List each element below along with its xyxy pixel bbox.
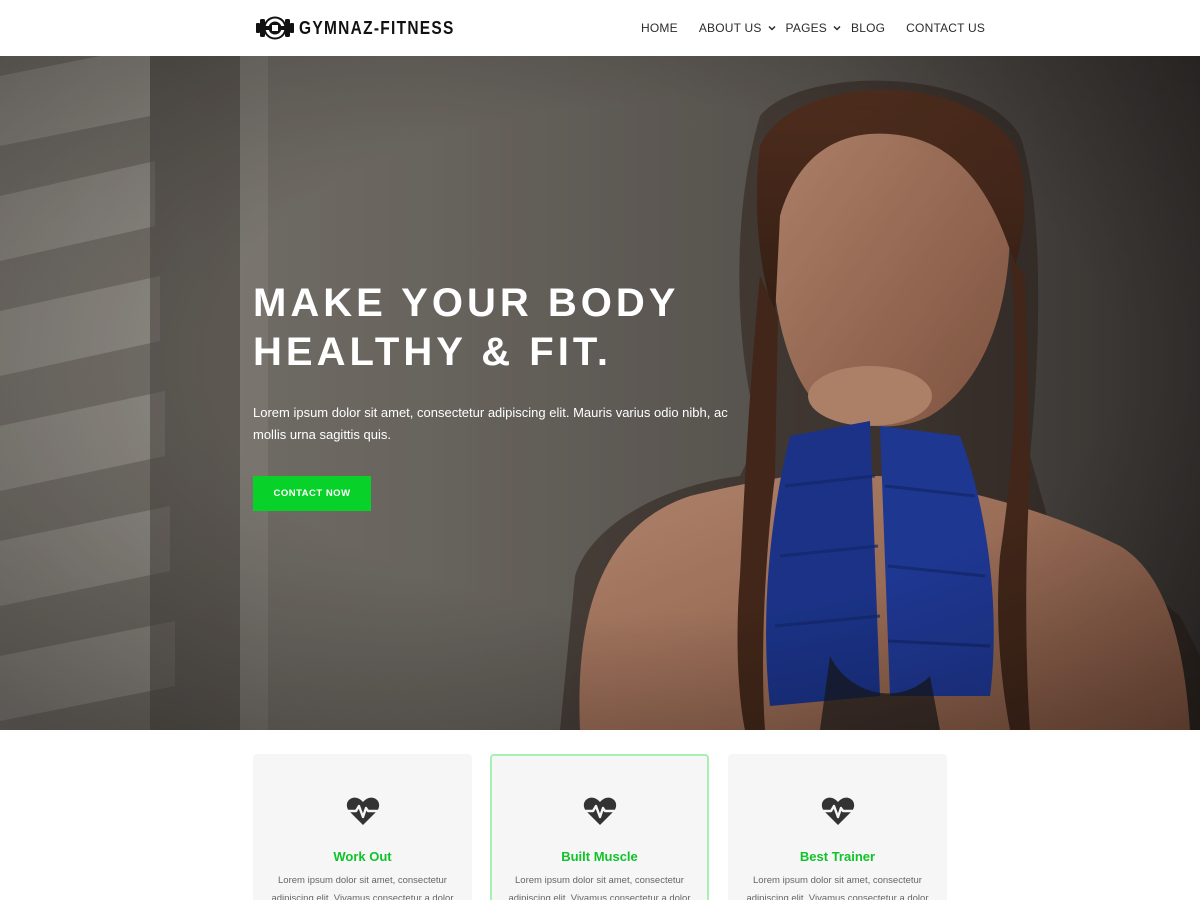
chevron-down-icon[interactable] (833, 24, 841, 32)
nav-blog[interactable]: BLOG (851, 21, 885, 35)
hero-title: MAKE YOUR BODY HEALTHY & FIT. (253, 279, 773, 377)
nav-pages-label: PAGES (785, 21, 828, 35)
site-logo[interactable]: GYMNAZ-FITNESS (255, 13, 480, 43)
hero-title-line-1: MAKE YOUR BODY (253, 281, 680, 325)
nav-blog-label: BLOG (851, 21, 886, 35)
nav-contact-label: CONTACT US (906, 21, 986, 35)
feature-title: Work Out (333, 849, 392, 864)
feature-title: Best Trainer (799, 849, 876, 864)
chevron-down-icon[interactable] (768, 24, 776, 32)
hero-section: MAKE YOUR BODY HEALTHY & FIT. Lorem ipsu… (0, 56, 1200, 730)
main-nav: HOME ABOUT US PAGES BLOG CONTACT US (641, 0, 985, 56)
feature-title: Built Muscle (561, 849, 638, 864)
feature-card-built-muscle[interactable]: Built Muscle Lorem ipsum dolor sit amet,… (490, 754, 709, 900)
nav-about-label: ABOUT US (698, 21, 762, 35)
nav-home[interactable]: HOME (641, 21, 678, 35)
heartbeat-icon (821, 797, 854, 825)
heartbeat-icon (346, 797, 379, 825)
hero-background-photo (0, 56, 1200, 730)
features-section: Work Out Lorem ipsum dolor sit amet, con… (253, 754, 947, 900)
hero-description: Lorem ipsum dolor sit amet, consectetur … (253, 405, 728, 442)
hero-title-line-2: HEALTHY & FIT. (253, 330, 612, 374)
nav-contact-us[interactable]: CONTACT US (906, 21, 985, 35)
dumbbell-icon (256, 16, 294, 40)
feature-text: Lorem ipsum dolor sit amet, consectetur … (271, 875, 454, 900)
contact-now-button[interactable]: CONTACT NOW (253, 476, 371, 511)
nav-home-label: HOME (641, 21, 678, 35)
feature-text: Lorem ipsum dolor sit amet, consectetur … (746, 875, 929, 900)
nav-about-us[interactable]: ABOUT US (699, 21, 776, 35)
brand-name: GYMNAZ-FITNESS (299, 17, 455, 38)
site-header: GYMNAZ-FITNESS HOME ABOUT US PAGES BLOG … (0, 0, 1200, 56)
heartbeat-icon (583, 797, 616, 825)
feature-text: Lorem ipsum dolor sit amet, consectetur … (508, 875, 691, 900)
nav-pages[interactable]: PAGES (786, 21, 841, 35)
feature-card-work-out[interactable]: Work Out Lorem ipsum dolor sit amet, con… (253, 754, 472, 900)
feature-card-best-trainer[interactable]: Best Trainer Lorem ipsum dolor sit amet,… (728, 754, 947, 900)
